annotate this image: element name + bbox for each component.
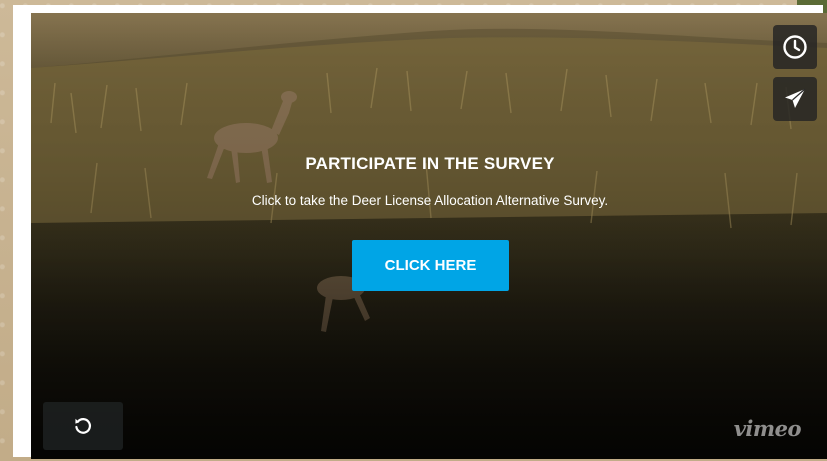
clock-icon xyxy=(783,35,807,59)
video-player-frame: PARTICIPATE IN THE SURVEY Click to take … xyxy=(13,5,827,459)
survey-overlay: PARTICIPATE IN THE SURVEY Click to take … xyxy=(31,13,827,459)
click-here-button[interactable]: CLICK HERE xyxy=(352,240,509,291)
vimeo-logo[interactable]: vimeo xyxy=(734,416,802,441)
watch-later-button[interactable] xyxy=(773,25,817,69)
survey-title: PARTICIPATE IN THE SURVEY xyxy=(305,154,555,173)
video-player[interactable]: PARTICIPATE IN THE SURVEY Click to take … xyxy=(31,13,827,459)
replay-button[interactable] xyxy=(43,402,123,450)
share-button[interactable] xyxy=(773,77,817,121)
survey-subtitle: Click to take the Deer License Allocatio… xyxy=(251,193,609,208)
replay-icon xyxy=(75,418,91,434)
paper-plane-icon xyxy=(785,88,806,108)
